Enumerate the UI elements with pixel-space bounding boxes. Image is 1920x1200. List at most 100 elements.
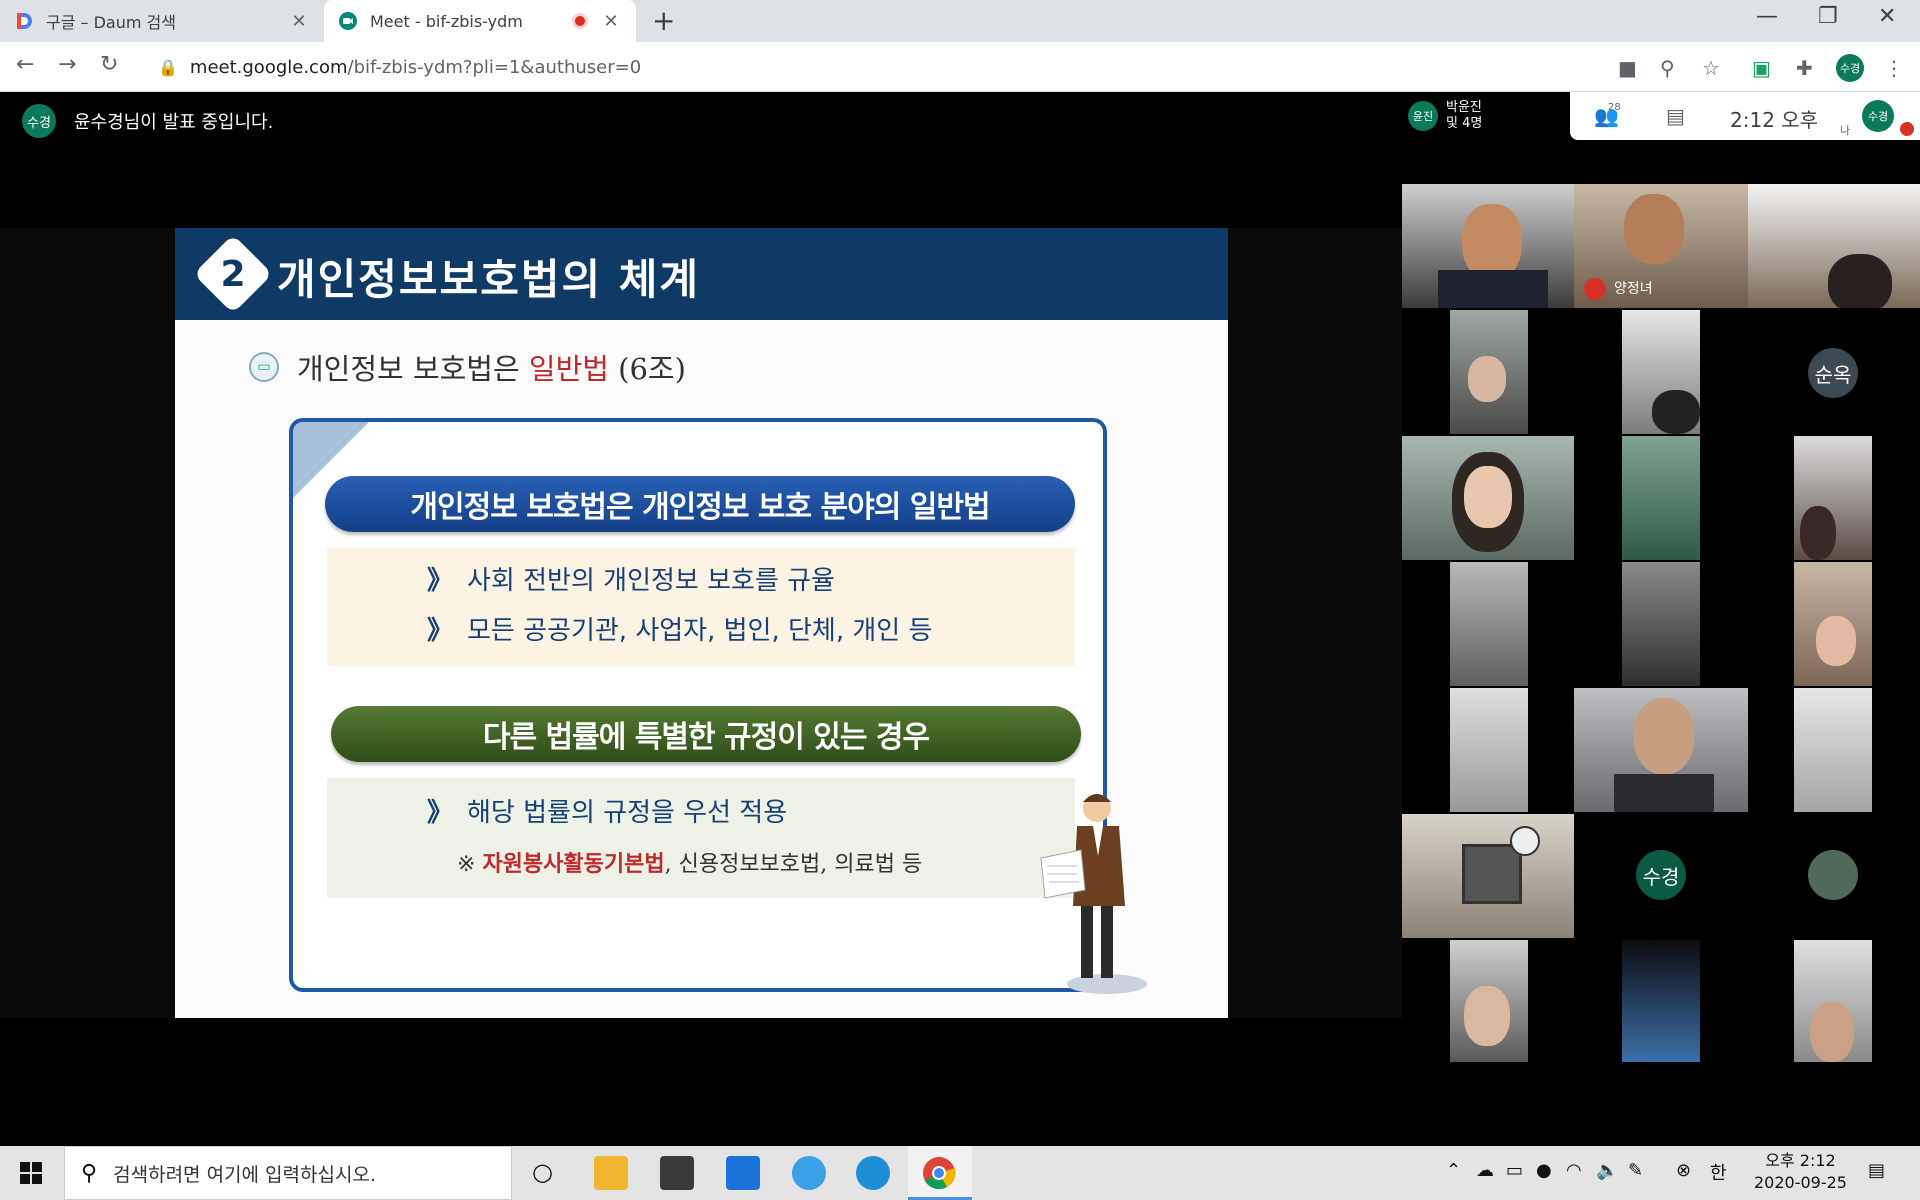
restore-icon[interactable]: ❐ <box>1818 4 1838 29</box>
participant-tile[interactable] <box>1794 688 1872 812</box>
close-window-icon[interactable]: ✕ <box>1878 4 1896 29</box>
participant-tile[interactable] <box>1574 688 1748 812</box>
onedrive-icon[interactable]: ☁ <box>1476 1160 1494 1181</box>
internet-explorer-icon[interactable] <box>792 1156 826 1190</box>
reload-icon[interactable]: ↻ <box>100 52 118 77</box>
bullet-box-general: 》 사회 전반의 개인정보 보호를 규율 》 모든 공공기관, 사업자, 법인,… <box>327 548 1075 666</box>
camera-icon[interactable]: ■ <box>1618 56 1637 80</box>
participant-tile[interactable] <box>1402 436 1574 560</box>
search-icon: ⚲ <box>81 1160 98 1186</box>
network-off-icon[interactable]: ⊗ <box>1676 1160 1691 1181</box>
taskbar-clock[interactable]: 오후 2:12 2020-09-25 <box>1754 1150 1847 1194</box>
cast-extension-icon[interactable]: ▣ <box>1752 56 1771 80</box>
microphone-icon[interactable]: ● <box>1536 1160 1552 1181</box>
pinned-participant[interactable]: 윤진 박윤진 및 4명 <box>1402 92 1570 140</box>
participant-tile[interactable] <box>1622 436 1700 560</box>
participant-avatar[interactable]: 순옥 <box>1808 348 1858 398</box>
presenter-avatar: 수경 <box>22 104 56 138</box>
participant-tile[interactable] <box>1450 562 1528 686</box>
note-prefix: ※ <box>457 852 483 877</box>
participant-tile[interactable] <box>1794 940 1872 1062</box>
clock-date: 2020-09-25 <box>1754 1173 1847 1192</box>
pen-icon[interactable]: ✎ <box>1628 1160 1643 1181</box>
profile-avatar[interactable]: 수경 <box>1836 54 1864 82</box>
chevron-right-icon: 》 <box>427 616 453 646</box>
participant-tile[interactable] <box>1622 562 1700 686</box>
screen: 구글 – Daum 검색 ✕ Meet - bif-zbis-ydm ✕ + —… <box>0 0 1920 1200</box>
participant-tile[interactable] <box>1450 688 1528 812</box>
bullet-text: 사회 전반의 개인정보 보호를 규율 <box>467 566 835 596</box>
url-path: /bif-zbis-ydm?pli=1&authuser=0 <box>347 56 642 78</box>
meeting-clock: 2:12 오후 <box>1730 108 1819 132</box>
minimize-icon[interactable]: — <box>1756 4 1778 29</box>
participant-photo-avatar[interactable] <box>1808 850 1858 900</box>
taskbar-search-box[interactable]: ⚲ 검색하려면 여기에 입력하십시오. <box>64 1146 512 1200</box>
address-bar[interactable]: 🔒 meet.google.com/bif-zbis-ydm?pli=1&aut… <box>146 48 1786 86</box>
pinned-avatar: 윤진 <box>1408 101 1438 131</box>
battery-icon[interactable]: ▭ <box>1506 1160 1523 1181</box>
close-tab-icon[interactable]: ✕ <box>288 11 310 32</box>
task-view-icon[interactable]: ○ <box>532 1158 553 1186</box>
participant-tile[interactable] <box>1622 940 1700 1062</box>
participant-tile[interactable] <box>1450 940 1528 1062</box>
edge-icon[interactable] <box>856 1156 890 1190</box>
bullet-box-special: 》 해당 법률의 규정을 우선 적용 <box>327 778 1075 898</box>
tab-daum[interactable]: 구글 – Daum 검색 ✕ <box>0 0 324 42</box>
bullet-item: 》 해당 법률의 규정을 우선 적용 <box>427 792 787 829</box>
pinned-names: 박윤진 및 4명 <box>1446 100 1482 132</box>
participant-tile[interactable] <box>1402 814 1574 938</box>
meet-favicon-icon <box>339 12 357 30</box>
ime-indicator[interactable]: 한 <box>1710 1159 1727 1185</box>
participant-tile[interactable] <box>1450 310 1528 434</box>
note-highlight: 자원봉사활동기본법 <box>482 851 665 877</box>
participant-tile[interactable]: 양정녀 <box>1574 184 1748 308</box>
slide-header: 2 개인정보보호법의 체계 <box>175 228 1228 320</box>
presenter-text: 윤수경님이 발표 중입니다. <box>74 112 274 133</box>
note-suffix: , 신용정보보호법, 의료법 등 <box>664 852 923 877</box>
store-icon[interactable] <box>660 1156 694 1190</box>
tray-chevron-up-icon[interactable]: ⌃ <box>1446 1160 1461 1181</box>
tab-meet[interactable]: Meet - bif-zbis-ydm ✕ <box>324 0 636 42</box>
windows-start-icon[interactable] <box>20 1162 42 1184</box>
subhead-prefix: 개인정보 보호법은 <box>297 352 529 386</box>
close-tab-icon[interactable]: ✕ <box>600 11 622 32</box>
meet-view: 수경 윤수경님이 발표 중입니다. 2 개인정보보호법의 체계 ▭ 개인정보 보… <box>0 92 1920 1146</box>
bullet-item: 》 사회 전반의 개인정보 보호를 규율 <box>427 560 835 597</box>
mail-icon[interactable] <box>726 1156 760 1190</box>
self-label: 나 <box>1840 124 1851 137</box>
participant-tile[interactable] <box>1748 184 1920 308</box>
presentation-slide: 2 개인정보보호법의 체계 ▭ 개인정보 보호법은 일반법 (6조) 개인정보 … <box>175 228 1228 1018</box>
slide-subhead: ▭ 개인정보 보호법은 일반법 (6조) <box>249 346 686 388</box>
forward-icon[interactable]: → <box>58 52 76 77</box>
self-avatar[interactable]: 수경 <box>1862 100 1894 132</box>
chat-icon[interactable]: ▤ <box>1666 104 1685 128</box>
zoom-icon[interactable]: ⚲ <box>1660 56 1675 80</box>
menu-kebab-icon[interactable]: ⋮ <box>1884 56 1904 80</box>
bullet-text: 해당 법률의 규정을 우선 적용 <box>467 798 788 828</box>
subhead-highlight: 일반법 <box>528 352 609 386</box>
participant-avatar[interactable]: 수경 <box>1636 850 1686 900</box>
participant-tile[interactable] <box>1402 184 1574 308</box>
back-icon[interactable]: ← <box>16 52 34 77</box>
participant-tile[interactable] <box>1794 436 1872 560</box>
notifications-icon[interactable]: ▤ <box>1868 1160 1885 1181</box>
mic-off-icon <box>1584 278 1606 300</box>
chrome-icon[interactable] <box>922 1156 956 1190</box>
search-placeholder: 검색하려면 여기에 입력하십시오. <box>113 1163 376 1186</box>
clock-time: 오후 2:12 <box>1765 1151 1836 1170</box>
bullet-text: 모든 공공기관, 사업자, 법인, 단체, 개인 등 <box>467 616 933 646</box>
tab-title: Meet - bif-zbis-ydm <box>370 11 523 31</box>
wifi-icon[interactable]: ◠ <box>1566 1160 1582 1181</box>
daum-favicon-icon <box>17 13 32 29</box>
extensions-puzzle-icon[interactable]: ✚ <box>1796 56 1813 80</box>
bookmark-star-icon[interactable]: ☆ <box>1702 56 1720 80</box>
url-host: meet.google.com <box>189 56 348 78</box>
participant-tile[interactable] <box>1794 562 1872 686</box>
file-explorer-icon[interactable] <box>594 1156 628 1190</box>
lock-icon[interactable]: 🔒 <box>158 58 178 77</box>
volume-icon[interactable]: 🔈 <box>1596 1160 1618 1181</box>
new-tab-button[interactable]: + <box>652 4 675 37</box>
participant-tile[interactable] <box>1622 310 1700 434</box>
slide-note: ※ 자원봉사활동기본법, 신용정보보호법, 의료법 등 <box>457 846 922 878</box>
pinned-others: 및 4명 <box>1446 116 1483 131</box>
